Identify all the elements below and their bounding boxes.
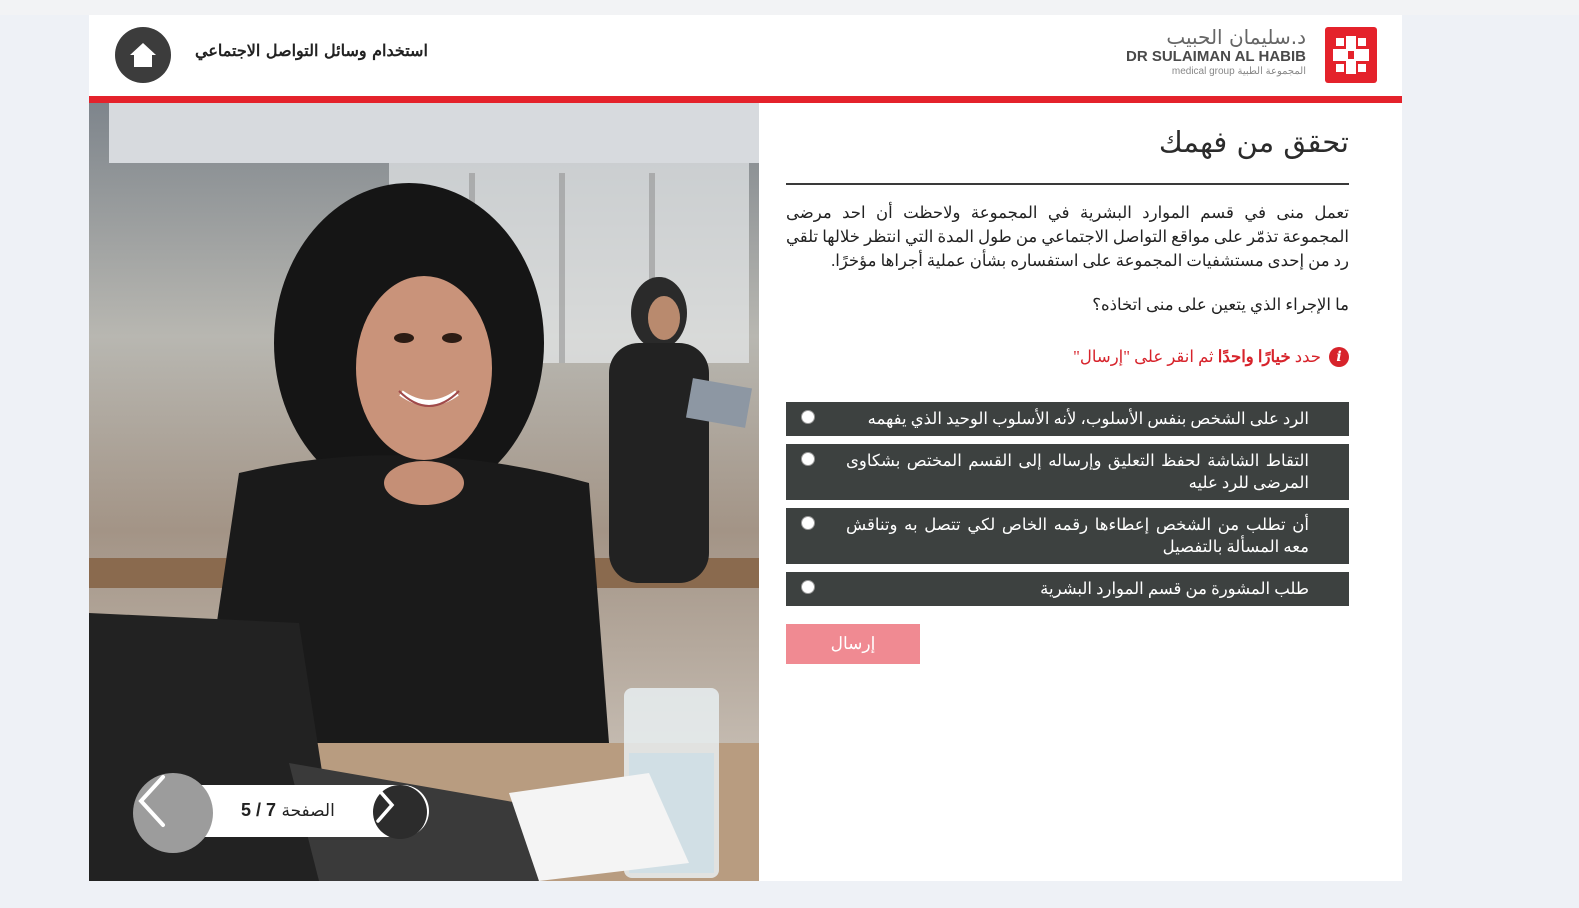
answer-option-3[interactable]: أن تطلب من الشخص إعطاءها رقمه الخاص لكي … <box>786 508 1349 564</box>
chevron-left-icon <box>138 775 165 827</box>
answer-option-1[interactable]: الرد على الشخص بنفس الأسلوب، لأنه الأسلو… <box>786 402 1349 436</box>
logo-sub: medical group المجموعة الطبية <box>1171 66 1306 77</box>
office-woman-illustration <box>89 103 759 881</box>
page-counter-total: 7 <box>266 800 277 820</box>
question-prompt: ما الإجراء الذي يتعين على منى اتخاذه؟ <box>1092 295 1349 314</box>
logo-cross-icon <box>1333 36 1369 74</box>
radio-button[interactable] <box>801 452 815 466</box>
home-icon <box>130 43 156 67</box>
instruction-text: حدد خيارًا واحدًا ثم انقر على "إرسال" <box>1073 347 1321 367</box>
next-page-button[interactable] <box>373 785 427 839</box>
course-title: استخدام وسائل التواصل الاجتماعي <box>195 41 428 60</box>
instruction-pre: حدد <box>1290 347 1321 366</box>
question-title: تحقق من فهمك <box>1158 125 1349 159</box>
home-button[interactable] <box>115 27 171 83</box>
scenario-text: تعمل منى في قسم الموارد البشرية في المجم… <box>786 203 1349 270</box>
previous-page-button[interactable] <box>133 773 213 853</box>
answer-options: الرد على الشخص بنفس الأسلوب، لأنه الأسلو… <box>786 402 1349 614</box>
page-counter-current: 5 <box>241 800 252 820</box>
instruction-post: ثم انقر على "إرسال" <box>1073 347 1218 366</box>
answer-option-label: الرد على الشخص بنفس الأسلوب، لأنه الأسلو… <box>867 409 1309 428</box>
chevron-right-icon <box>376 787 395 823</box>
logo-english: DR SULAIMAN AL HABIB <box>1126 48 1306 65</box>
scenario-photo: الصفحة 7 / 5 <box>89 103 759 881</box>
browser-top-strip <box>0 0 1579 15</box>
answer-option-label: التقاط الشاشة لحفظ التعليق وإرساله إلى ا… <box>846 451 1309 492</box>
logo-arabic: د.سليمان الحبيب <box>1166 25 1306 49</box>
info-icon: i <box>1329 347 1349 367</box>
page-counter-label: الصفحة <box>281 801 335 821</box>
answer-option-2[interactable]: التقاط الشاشة لحفظ التعليق وإرساله إلى ا… <box>786 444 1349 500</box>
radio-button[interactable] <box>801 516 815 530</box>
page-counter-separator: / <box>251 800 267 820</box>
question-panel: تحقق من فهمك تعمل منى في قسم الموارد الب… <box>786 103 1349 881</box>
title-divider <box>786 183 1349 185</box>
radio-button[interactable] <box>801 580 815 594</box>
header: استخدام وسائل التواصل الاجتماعي د.سليمان… <box>89 15 1402 96</box>
instruction: i حدد خيارًا واحدًا ثم انقر على "إرسال" <box>1073 347 1349 367</box>
page-navigator: الصفحة 7 / 5 <box>133 773 429 853</box>
course-frame: استخدام وسائل التواصل الاجتماعي د.سليمان… <box>89 15 1402 881</box>
brand-logo-text: د.سليمان الحبيب DR SULAIMAN AL HABIB med… <box>1126 27 1306 78</box>
submit-button[interactable]: إرسال <box>786 624 920 664</box>
instruction-bold: خيارًا واحدًا <box>1217 347 1291 366</box>
header-divider <box>89 96 1402 103</box>
brand-logo <box>1325 27 1377 83</box>
answer-option-4[interactable]: طلب المشورة من قسم الموارد البشرية <box>786 572 1349 606</box>
answer-option-label: أن تطلب من الشخص إعطاءها رقمه الخاص لكي … <box>846 515 1309 556</box>
radio-button[interactable] <box>801 410 815 424</box>
page-counter: الصفحة 7 / 5 <box>241 800 335 821</box>
answer-option-label: طلب المشورة من قسم الموارد البشرية <box>1040 579 1309 598</box>
